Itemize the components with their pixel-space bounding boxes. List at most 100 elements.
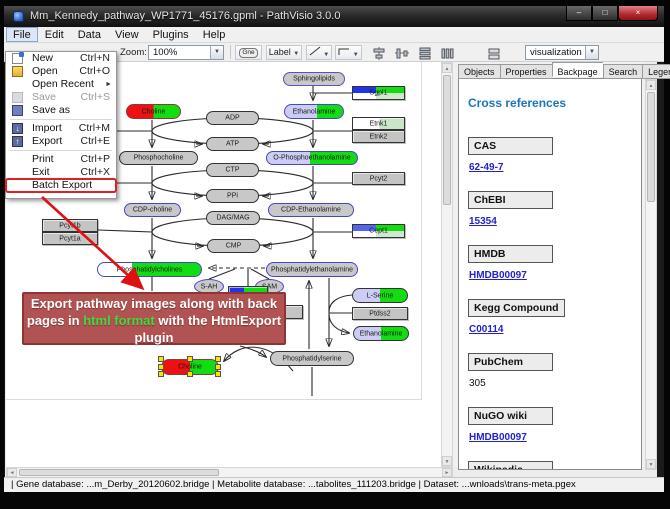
file-menu-item-save-as[interactable]: Save as <box>6 104 116 117</box>
chevron-down-icon[interactable]: ▼ <box>585 46 598 59</box>
new-connector-button[interactable]: ▼ <box>335 45 362 60</box>
backpage-link-hmdb[interactable]: HMDB00097 <box>469 270 641 281</box>
scrollbar-thumb[interactable] <box>19 469 219 476</box>
file-menu-item-batch-export[interactable]: Batch Export <box>6 179 116 192</box>
scrollbar-thumb[interactable] <box>647 92 655 202</box>
menubar-item-view[interactable]: View <box>108 27 146 42</box>
file-menu-item-exit[interactable]: ExitCtrl+X <box>6 166 116 179</box>
selection-handle[interactable] <box>187 356 193 362</box>
node-ethanolamine-top[interactable]: Ethanolamine <box>284 104 344 119</box>
node-cept1[interactable]: Cept1 <box>352 224 405 238</box>
node-label: PPi <box>207 192 258 199</box>
node-phosphatidylserine[interactable]: Phosphatidylserine <box>270 351 354 366</box>
node-pcyt1a[interactable]: Pcyt1a <box>42 232 98 245</box>
menubar-item-file[interactable]: File <box>6 27 38 42</box>
node-label: Cept1 <box>353 227 404 234</box>
node-etnk1[interactable]: Etnk1 <box>352 117 405 130</box>
tab-search[interactable]: Search <box>603 64 643 79</box>
tab-objects[interactable]: Objects <box>458 64 500 79</box>
backpage-link-kegg-compound[interactable]: C00114 <box>469 324 641 335</box>
node-cdp-ethanolamine[interactable]: CDP-Ethanolamine <box>268 203 354 217</box>
node-label: O-Phosphoethanolamine <box>267 154 357 161</box>
node-adp[interactable]: ADP <box>206 111 259 125</box>
node-pcyt1b[interactable]: Pcyt1b <box>42 219 98 232</box>
minimize-button[interactable]: – <box>566 6 592 21</box>
node-o-phosphoethanolamine[interactable]: O-Phosphoethanolamine <box>266 151 358 165</box>
chevron-down-icon[interactable]: ▼ <box>210 46 223 59</box>
zoom-combobox[interactable]: 100% ▼ <box>148 45 224 60</box>
file-menu-item-import[interactable]: ↓ImportCtrl+M <box>6 122 116 135</box>
distribute-vertical-button[interactable] <box>416 45 433 60</box>
backpage-panel: Cross references CAS62-49-7ChEBI15354HMD… <box>458 78 642 470</box>
node-cmp[interactable]: CMP <box>207 239 260 253</box>
node-pcyt2[interactable]: Pcyt2 <box>352 172 405 185</box>
file-menu-item-export[interactable]: ↑ExportCtrl+E <box>6 135 116 148</box>
node-cdp-choline[interactable]: CDP-choline <box>124 203 181 217</box>
distribute-horizontal-button[interactable] <box>439 45 456 60</box>
scroll-left-arrow[interactable]: ◄ <box>7 468 17 477</box>
node-dag-mag[interactable]: DAG/MAG <box>206 211 260 225</box>
node-sgpl1[interactable]: Sgpl1 <box>352 86 405 100</box>
scroll-down-arrow[interactable]: ▼ <box>646 459 656 469</box>
tab-legend[interactable]: Legend <box>642 64 670 79</box>
selection-handle[interactable] <box>187 371 193 377</box>
node-gene-hidden[interactable] <box>283 305 303 319</box>
tab-backpage[interactable]: Backpage <box>552 62 603 77</box>
node-phosphocholine[interactable]: Phosphocholine <box>119 151 198 165</box>
visualization-combobox[interactable]: visualization ▼ <box>525 45 599 60</box>
node-choline-selected[interactable]: Choline <box>161 359 219 375</box>
node-label: Phosphatidylserine <box>271 355 353 362</box>
scroll-up-arrow[interactable]: ▲ <box>442 63 452 73</box>
close-button[interactable]: × <box>618 6 658 21</box>
node-l-serine[interactable]: L-Serine <box>352 288 408 303</box>
new-line-button[interactable]: ▼ <box>306 45 332 60</box>
node-label: CDP-choline <box>125 206 180 213</box>
node-phosphatidylethanolamine[interactable]: Phosphatidylethanolamine <box>266 262 358 277</box>
desktop-background: Mm_Kennedy_pathway_WP1771_45176.gpml - P… <box>0 0 670 509</box>
distribute-vertical-icon <box>418 47 432 60</box>
file-menu-item-open[interactable]: OpenCtrl+O <box>6 65 116 78</box>
menubar-item-help[interactable]: Help <box>196 27 233 42</box>
node-ethanolamine-bottom[interactable]: Ethanolamine <box>353 326 409 341</box>
node-etnk2[interactable]: Etnk2 <box>352 130 405 143</box>
selection-handle[interactable] <box>215 371 221 377</box>
scroll-up-arrow[interactable]: ▲ <box>646 80 656 90</box>
file-menu-item-new[interactable]: NewCtrl+N <box>6 52 116 65</box>
node-ppi[interactable]: PPi <box>206 189 259 203</box>
node-label: Sphingolipids <box>284 75 344 82</box>
node-phosphatidylcholines[interactable]: Phosphatidylcholines <box>97 262 202 277</box>
align-center-x-button[interactable] <box>370 45 387 60</box>
maximize-button[interactable]: □ <box>592 6 618 21</box>
node-ptdss2[interactable]: Ptdss2 <box>352 307 408 320</box>
menu-item-label: Save as <box>32 104 70 116</box>
selection-handle[interactable] <box>158 371 164 377</box>
file-menu-item-print[interactable]: PrintCtrl+P <box>6 153 116 166</box>
scroll-down-arrow[interactable]: ▼ <box>442 456 452 466</box>
backpage-link-chebi[interactable]: 15354 <box>469 216 641 227</box>
file-menu-item-open-recent[interactable]: Open Recent► <box>6 78 116 91</box>
menubar-item-data[interactable]: Data <box>71 27 108 42</box>
node-sphingolipids[interactable]: Sphingolipids <box>283 72 345 86</box>
scrollbar-thumb[interactable] <box>443 75 451 205</box>
node-ctp[interactable]: CTP <box>206 163 259 177</box>
titlebar[interactable]: Mm_Kennedy_pathway_WP1771_45176.gpml - P… <box>4 6 664 27</box>
backpage-link-cas[interactable]: 62-49-7 <box>469 162 641 173</box>
tab-properties[interactable]: Properties <box>500 64 552 79</box>
node-label: Ptdss2 <box>353 310 407 317</box>
node-atp[interactable]: ATP <box>206 137 259 151</box>
align-center-y-button[interactable] <box>393 45 410 60</box>
menubar-item-plugins[interactable]: Plugins <box>146 27 196 42</box>
backpage-link-nugo-wiki[interactable]: HMDB00097 <box>469 432 641 443</box>
selection-handle[interactable] <box>215 364 221 370</box>
selection-handle[interactable] <box>158 356 164 362</box>
scroll-right-arrow[interactable]: ► <box>442 468 452 477</box>
common-size-button[interactable] <box>485 45 502 60</box>
menubar-item-edit[interactable]: Edit <box>38 27 71 42</box>
new-datanode-button[interactable]: Gne ▼ <box>235 45 262 60</box>
selection-handle[interactable] <box>158 364 164 370</box>
backpage-value-pubchem: 305 <box>469 378 641 389</box>
node-choline-top[interactable]: Choline <box>126 104 181 119</box>
selection-handle[interactable] <box>215 356 221 362</box>
new-label-button[interactable]: Label ▼ <box>266 45 302 60</box>
menu-item-shortcut: Ctrl+X <box>81 166 110 179</box>
